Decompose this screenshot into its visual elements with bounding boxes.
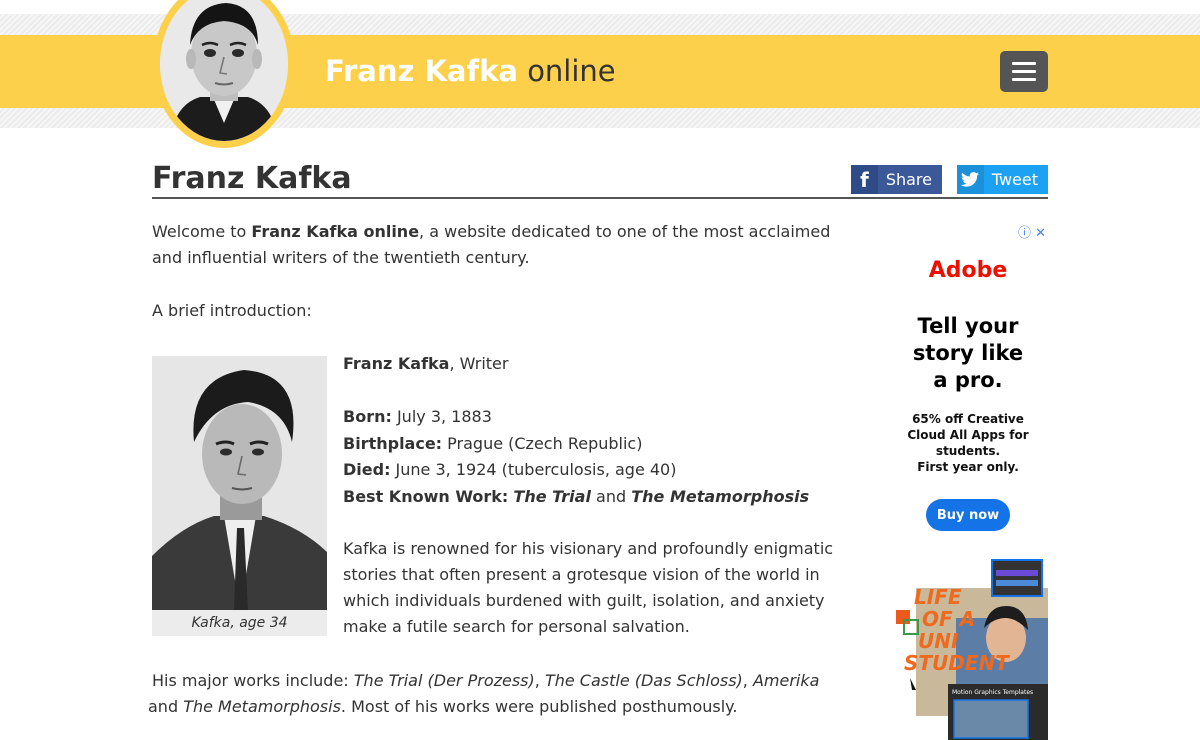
work-title: The Metamorphosis bbox=[631, 486, 810, 506]
separator: and bbox=[148, 697, 184, 716]
fact-label: Best Known Work: bbox=[343, 486, 509, 506]
title-divider bbox=[152, 197, 1048, 199]
work-title: The Trial bbox=[513, 486, 591, 506]
site-title-name: Franz Kafka bbox=[325, 54, 518, 88]
twitter-bird-icon bbox=[957, 165, 984, 194]
kafka-photo bbox=[152, 356, 327, 610]
fact-label: Born: bbox=[343, 407, 392, 426]
fact-role: , Writer bbox=[449, 354, 509, 373]
ad-headline-line: a pro. bbox=[933, 368, 1003, 392]
facebook-share-button[interactable]: f Share bbox=[851, 165, 942, 194]
cursor-icon bbox=[910, 678, 916, 690]
ad-art-text: OF A bbox=[922, 607, 975, 631]
ad-body: 65% off Creative Cloud All Apps for stud… bbox=[888, 411, 1048, 475]
ad-body-line: 65% off Creative bbox=[912, 412, 1024, 426]
site-title-suffix: online bbox=[527, 54, 616, 88]
site-title[interactable]: Franz Kafka online bbox=[325, 52, 616, 90]
fact-label: Birthplace: bbox=[343, 433, 443, 453]
ad-art-text: LIFE bbox=[914, 585, 962, 609]
separator: , bbox=[534, 671, 545, 690]
major-works-paragraph: His major works include: The Trial (Der … bbox=[148, 668, 842, 720]
work-title: The Castle (Das Schloss) bbox=[544, 671, 743, 690]
fact-value: June 3, 1924 (tuberculosis, age 40) bbox=[390, 460, 677, 479]
facebook-icon: f bbox=[851, 165, 878, 194]
ad-body-line: First year only. bbox=[917, 460, 1019, 474]
ad-headline-line: story like bbox=[912, 341, 1024, 365]
hamburger-line bbox=[1012, 78, 1036, 81]
page-title: Franz Kafka bbox=[152, 161, 352, 196]
works-intro: His major works include: bbox=[152, 671, 354, 690]
intro-paragraph: Welcome to Franz Kafka online, a website… bbox=[152, 219, 842, 271]
intro-text: Welcome to bbox=[152, 222, 252, 241]
ad-choices-close-icon[interactable]: ⓘ ✕ bbox=[1018, 222, 1046, 241]
adobe-advertisement[interactable]: ⓘ ✕ Adobe Tell your story like a pro. 65… bbox=[888, 220, 1048, 740]
photo-caption: Kafka, age 34 bbox=[152, 610, 327, 636]
ad-art-text: UNI bbox=[918, 629, 959, 653]
intro-site-name: Franz Kafka online bbox=[251, 222, 420, 241]
fact-value: Prague (Czech Republic) bbox=[442, 433, 643, 453]
works-suffix: . Most of his works were published posth… bbox=[340, 697, 738, 716]
hamburger-menu-button[interactable] bbox=[1000, 51, 1048, 92]
work-title: The Trial (Der Prozess) bbox=[353, 671, 535, 690]
ad-body-line: students. bbox=[935, 444, 1001, 458]
adobe-logo: Adobe bbox=[928, 258, 1008, 283]
work-title: Amerika bbox=[752, 671, 820, 690]
fact-name: Franz Kafka, Writer bbox=[343, 351, 843, 378]
ad-headline: Tell your story like a pro. bbox=[888, 313, 1048, 394]
ad-art-text: STUDENT bbox=[904, 651, 1010, 675]
fact-born: Born: July 3, 1883 bbox=[343, 404, 843, 431]
tweet-label: Tweet bbox=[991, 170, 1038, 189]
fact-value: and bbox=[590, 486, 632, 506]
work-title: The Metamorphosis bbox=[183, 697, 341, 716]
fact-label: Died: bbox=[343, 460, 391, 479]
kafka-portrait-icon bbox=[160, 0, 288, 141]
ad-buy-now-button[interactable]: Buy now bbox=[926, 499, 1010, 531]
ad-body-line: Cloud All Apps for bbox=[907, 428, 1029, 442]
twitter-tweet-button[interactable]: Tweet bbox=[957, 165, 1048, 194]
fact-best-known-work: Best Known Work: The Trial and The Metam… bbox=[343, 484, 843, 511]
share-label: Share bbox=[885, 170, 932, 189]
fact-birthplace: Birthplace: Prague (Czech Republic) bbox=[343, 431, 843, 458]
ad-headline-line: Tell your bbox=[917, 314, 1019, 338]
fact-name-value: Franz Kafka bbox=[343, 354, 450, 373]
separator: , bbox=[742, 671, 753, 690]
hamburger-line bbox=[1012, 70, 1036, 73]
ad-art-caption: Motion Graphics Templates bbox=[952, 689, 1033, 696]
description-paragraph: Kafka is renowned for his visionary and … bbox=[343, 539, 834, 636]
ad-student-artwork: LIFE OF A UNI STUDENT Motion Graphics Te… bbox=[896, 558, 1048, 740]
hamburger-line bbox=[1012, 62, 1036, 65]
brief-intro-label: A brief introduction: bbox=[152, 301, 312, 320]
facts-block: Franz Kafka, Writer Born: July 3, 1883 B… bbox=[343, 351, 843, 510]
fact-value: July 3, 1883 bbox=[391, 407, 492, 426]
fact-died: Died: June 3, 1924 (tuberculosis, age 40… bbox=[343, 457, 843, 484]
